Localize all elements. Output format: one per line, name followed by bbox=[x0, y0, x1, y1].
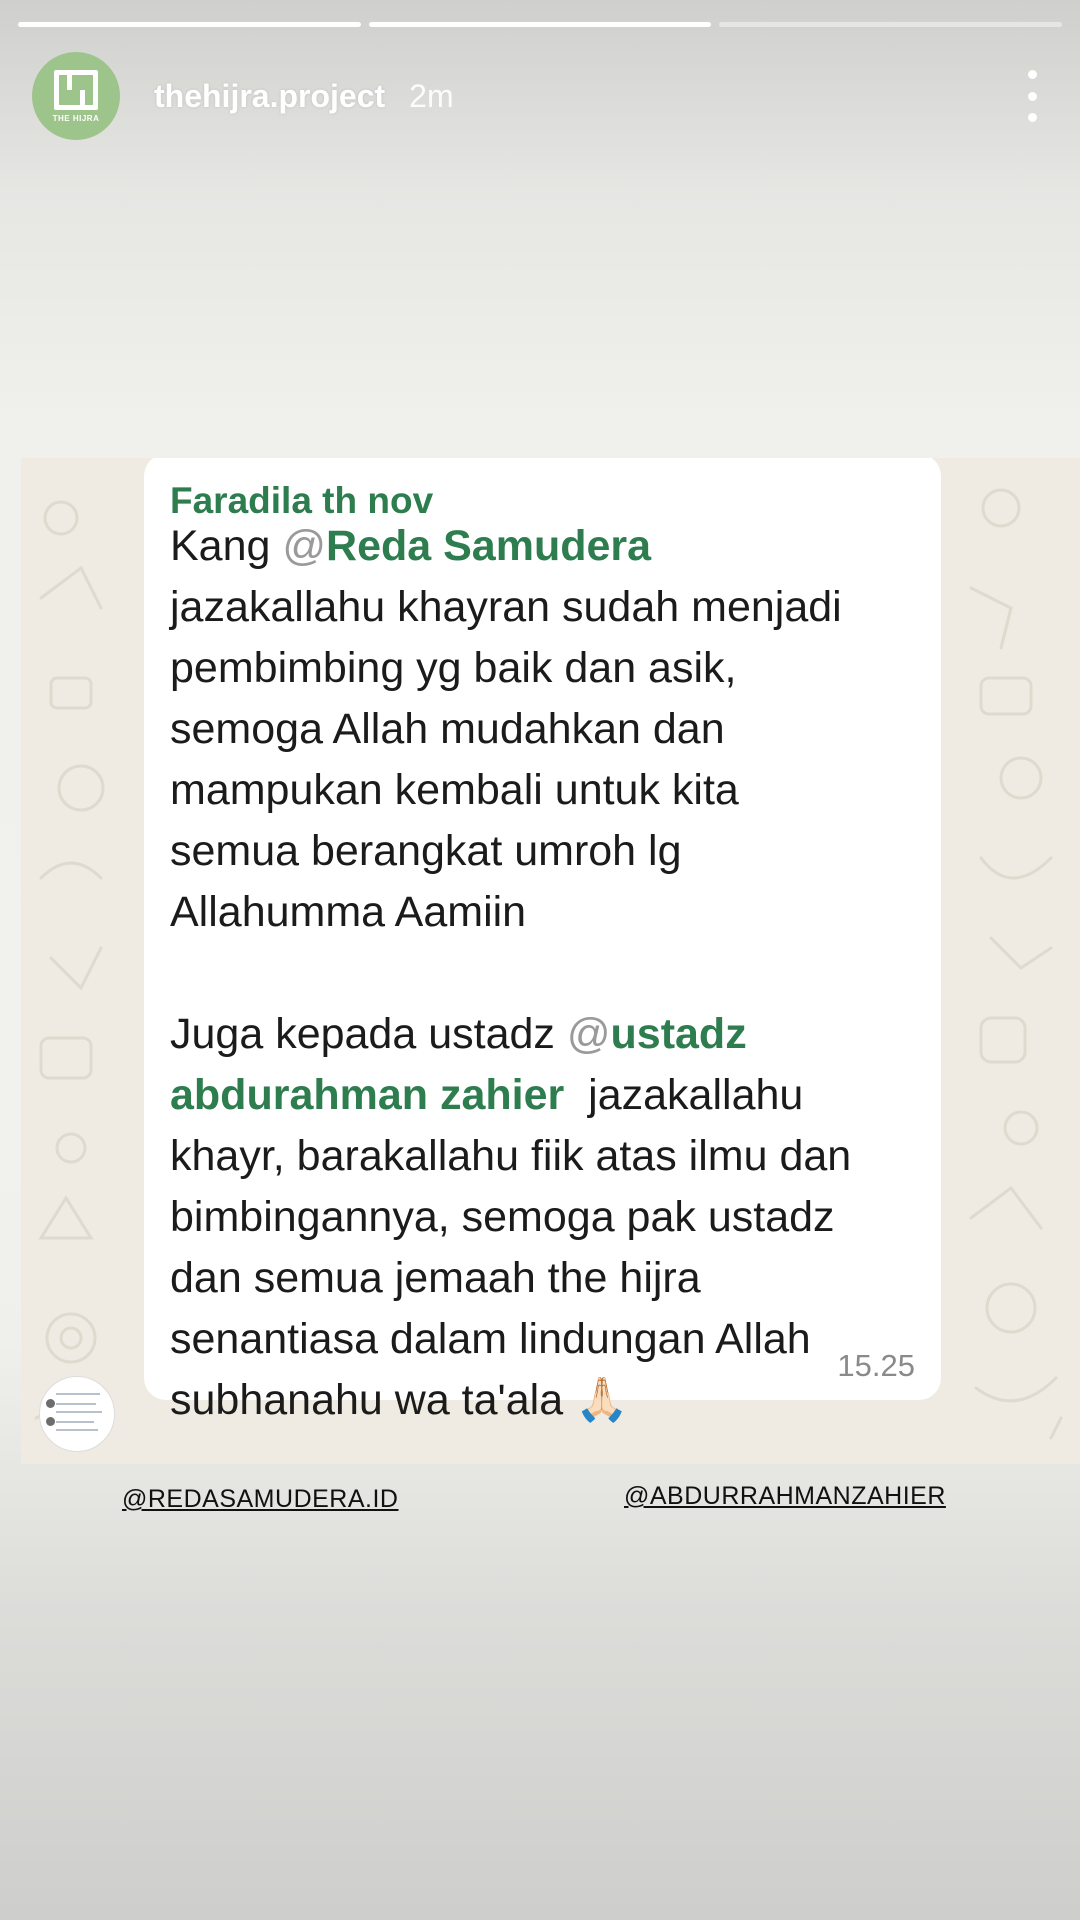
mention-tag-abdurrahmanzahier[interactable]: @ABDURRAHMANZAHIER bbox=[624, 1482, 946, 1511]
message-text-fragment: Kang bbox=[170, 522, 283, 570]
mention-ustadz-part2[interactable]: abdurahman zahier bbox=[170, 1071, 564, 1119]
document-thumbnail bbox=[39, 1376, 115, 1452]
thumb-line bbox=[56, 1403, 96, 1405]
avatar[interactable]: THE HIJRA bbox=[32, 52, 120, 140]
post-time: 2m bbox=[409, 77, 454, 114]
message-line: Kang @Reda Samudera bbox=[170, 516, 930, 577]
mention-tag-redasamudera[interactable]: @REDASAMUDERA.ID bbox=[122, 1485, 398, 1514]
message-bubble: Faradila th nov Kang @Reda Samudera jaza… bbox=[144, 458, 941, 1425]
thumb-dot bbox=[46, 1399, 55, 1408]
message-line: khayr, barakallahu fiik atas ilmu dan bbox=[170, 1132, 852, 1180]
praying-hands-icon: 🙏🏻 bbox=[575, 1375, 629, 1425]
message-line: pembimbing yg baik dan asik, bbox=[170, 644, 737, 692]
hijra-logo-icon bbox=[54, 69, 98, 110]
more-vertical-icon-dot bbox=[1027, 91, 1037, 101]
message-line: dan semua jemaah the hijra bbox=[170, 1254, 701, 1302]
message-line: Allahumma Aamiin bbox=[170, 888, 527, 936]
message-line: bimbingannya, semoga pak ustadz bbox=[170, 1193, 835, 1241]
message-line: semoga Allah mudahkan dan bbox=[170, 705, 725, 753]
message-line: semua berangkat umroh lg bbox=[170, 827, 682, 875]
story-header: THE HIJRA thehijra.project 2m bbox=[32, 52, 1048, 140]
mention-reda-samudera[interactable]: Reda Samudera bbox=[326, 522, 651, 570]
message-text-fragment: Juga kepada ustadz bbox=[170, 1010, 567, 1058]
message-line: Juga kepada ustadz @ustadz bbox=[170, 1004, 930, 1065]
message-line: jazakallahu khayran sudah menjadi bbox=[170, 583, 842, 631]
avatar-logo-text: THE HIJRA bbox=[52, 113, 100, 123]
message-line: abdurahman zahier jazakallahu bbox=[170, 1065, 930, 1126]
thumb-line bbox=[56, 1411, 102, 1413]
message-text: Kang @Reda Samudera jazakallahu khayran … bbox=[170, 516, 930, 1431]
thumb-line bbox=[56, 1393, 100, 1395]
message-text-fragment: subhanahu wa ta'ala bbox=[170, 1376, 576, 1424]
more-vertical-icon bbox=[1027, 70, 1037, 79]
story-progress-segment bbox=[18, 22, 361, 27]
mention-ustadz-part1[interactable]: ustadz bbox=[611, 1010, 747, 1058]
at-symbol: @ bbox=[282, 522, 327, 570]
thumb-line bbox=[56, 1421, 94, 1423]
story-progress-fill bbox=[18, 22, 361, 27]
thumb-line bbox=[56, 1429, 98, 1431]
message-line: mampukan kembali untuk kita bbox=[170, 766, 739, 814]
more-options-button[interactable] bbox=[1020, 70, 1044, 122]
message-line: senantiasa dalam lindungan Allah bbox=[170, 1315, 811, 1363]
username[interactable]: thehijra.project bbox=[154, 78, 385, 115]
at-symbol: @ bbox=[566, 1010, 611, 1058]
story-progress-fill bbox=[368, 22, 712, 27]
message-line: subhanahu wa ta'ala 🙏🏻 bbox=[170, 1370, 930, 1431]
message-timestamp: 15.25 bbox=[837, 1348, 915, 1383]
more-vertical-icon-dot bbox=[1027, 113, 1037, 122]
message-text-fragment: jazakallahu bbox=[564, 1071, 804, 1119]
story-progress-segment bbox=[368, 22, 712, 27]
chat-screenshot: Faradila th nov Kang @Reda Samudera jaza… bbox=[21, 458, 1080, 1464]
story-progress-segment bbox=[719, 22, 1063, 27]
story-progress bbox=[18, 22, 1063, 27]
thumb-dot bbox=[46, 1417, 55, 1426]
